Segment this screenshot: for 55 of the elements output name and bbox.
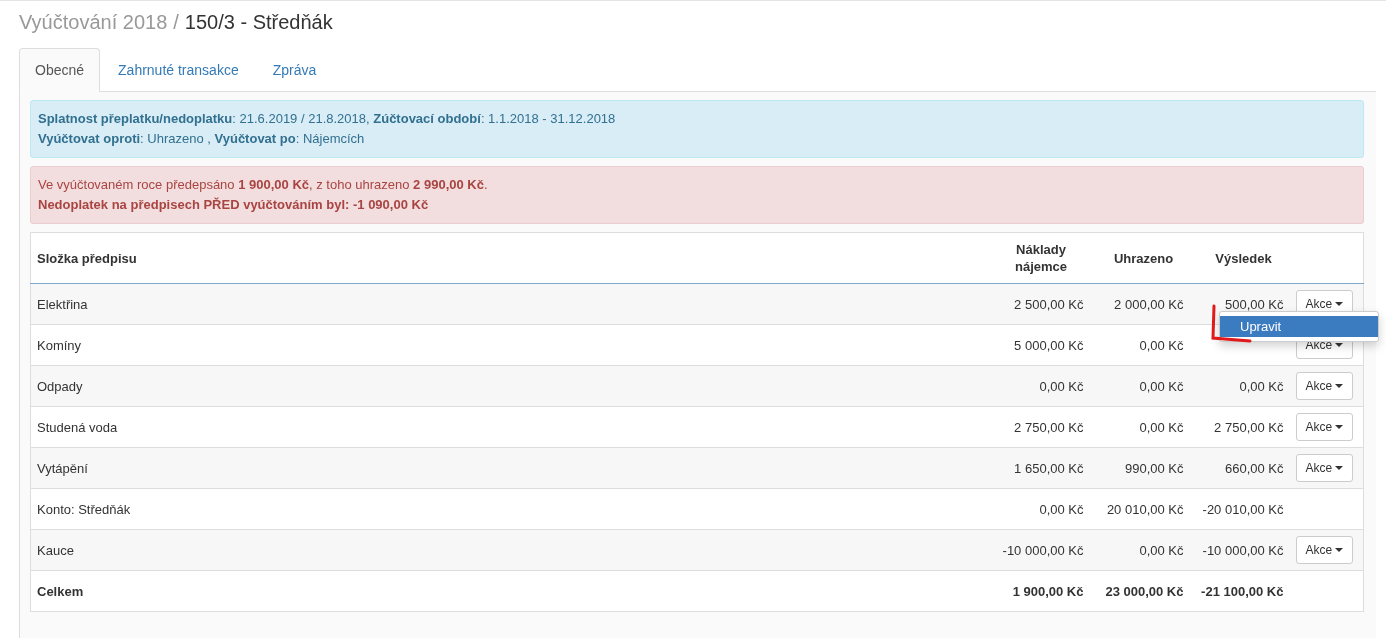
table-cell: 5 000,00 Kč [1014,337,1084,353]
caret-icon [1335,302,1344,306]
actions-button[interactable]: Akce [1295,372,1354,400]
warning-text: Ve vyúčtovaném roce předepsáno 1 900,00 Kč, z toho uhrazeno 2 990,00 Kč. [38,176,489,194]
table-cell: 500,00 Kč [1224,296,1284,312]
table-cell: 23 000,00 Kč [1105,583,1184,599]
table-cell: 2 000,00 Kč [1114,296,1184,312]
table-cell: 0,00 Kč [1139,542,1184,558]
table-cell: 0,00 Kč [1039,501,1084,517]
tab[interactable]: Zahrnuté transakce [102,48,255,92]
tab[interactable]: Zpráva [256,48,333,92]
table-cell: 0,00 Kč [1139,337,1184,353]
column-header: Náklady nájemce [1014,242,1067,274]
table-cell: -21 100,00 Kč [1201,583,1284,599]
table-cell: -10 000,00 Kč [1002,542,1084,558]
actions-button[interactable]: Akce [1295,536,1354,564]
info-text: Vyúčtovat oproti: Uhrazeno , Vyúčtovat po: Nájemcích [38,130,366,148]
table-cell: Komíny [37,337,82,353]
caret-icon [1335,548,1344,552]
title-separator: / [173,11,179,34]
column-header: Uhrazeno [1113,250,1174,266]
table-cell: 0,00 Kč [1139,419,1184,435]
caret-icon [1335,466,1344,470]
table-cell: 1 900,00 Kč [1012,583,1084,599]
warning-text: Nedoplatek na předpisech PŘED vyúčtováním byl: -1 090,00 Kč [38,196,430,214]
table-cell: 2 750,00 Kč [1214,419,1284,435]
actions-button[interactable]: Akce [1295,413,1354,441]
tab[interactable]: Obecné [19,48,101,92]
info-text: Splatnost přeplatku/nedoplatku: 21.6.2019 / 21.8.2018, Zúčtovací období: 1.1.2018 - 31.12.2018 [38,110,617,128]
table-cell: Odpady [37,378,83,394]
table-cell: 20 010,00 Kč [1106,501,1184,517]
page-title: 150/3 - Středňák [184,11,333,34]
column-header: Výsledek [1215,250,1272,266]
caret-icon [1335,425,1344,429]
table-cell: -10 000,00 Kč [1202,542,1284,558]
table-cell: 660,00 Kč [1224,460,1284,476]
table-cell: 0,00 Kč [1139,378,1184,394]
table-cell: 2 500,00 Kč [1014,296,1084,312]
table-cell: 2 750,00 Kč [1014,419,1084,435]
table-cell: Elektřina [37,296,88,312]
page-section-title: Vyúčtování 2018 [19,11,168,34]
table-cell: 1 650,00 Kč [1014,460,1084,476]
table-cell: Celkem [37,583,84,599]
menu-item[interactable]: Upravit [1220,316,1378,337]
table-cell: Vytápění [37,460,88,476]
table-cell: -20 010,00 Kč [1202,501,1284,517]
table-cell: 0,00 Kč [1039,378,1084,394]
column-header: Složka předpisu [37,250,137,266]
table-cell: Studená voda [37,419,118,435]
actions-button[interactable]: Akce [1295,454,1354,482]
table-cell: Kauce [37,542,74,558]
table-cell: Konto: Středňák [37,501,131,517]
table-cell: 0,00 Kč [1239,378,1284,394]
table-cell: 990,00 Kč [1124,460,1184,476]
caret-icon [1335,384,1344,388]
